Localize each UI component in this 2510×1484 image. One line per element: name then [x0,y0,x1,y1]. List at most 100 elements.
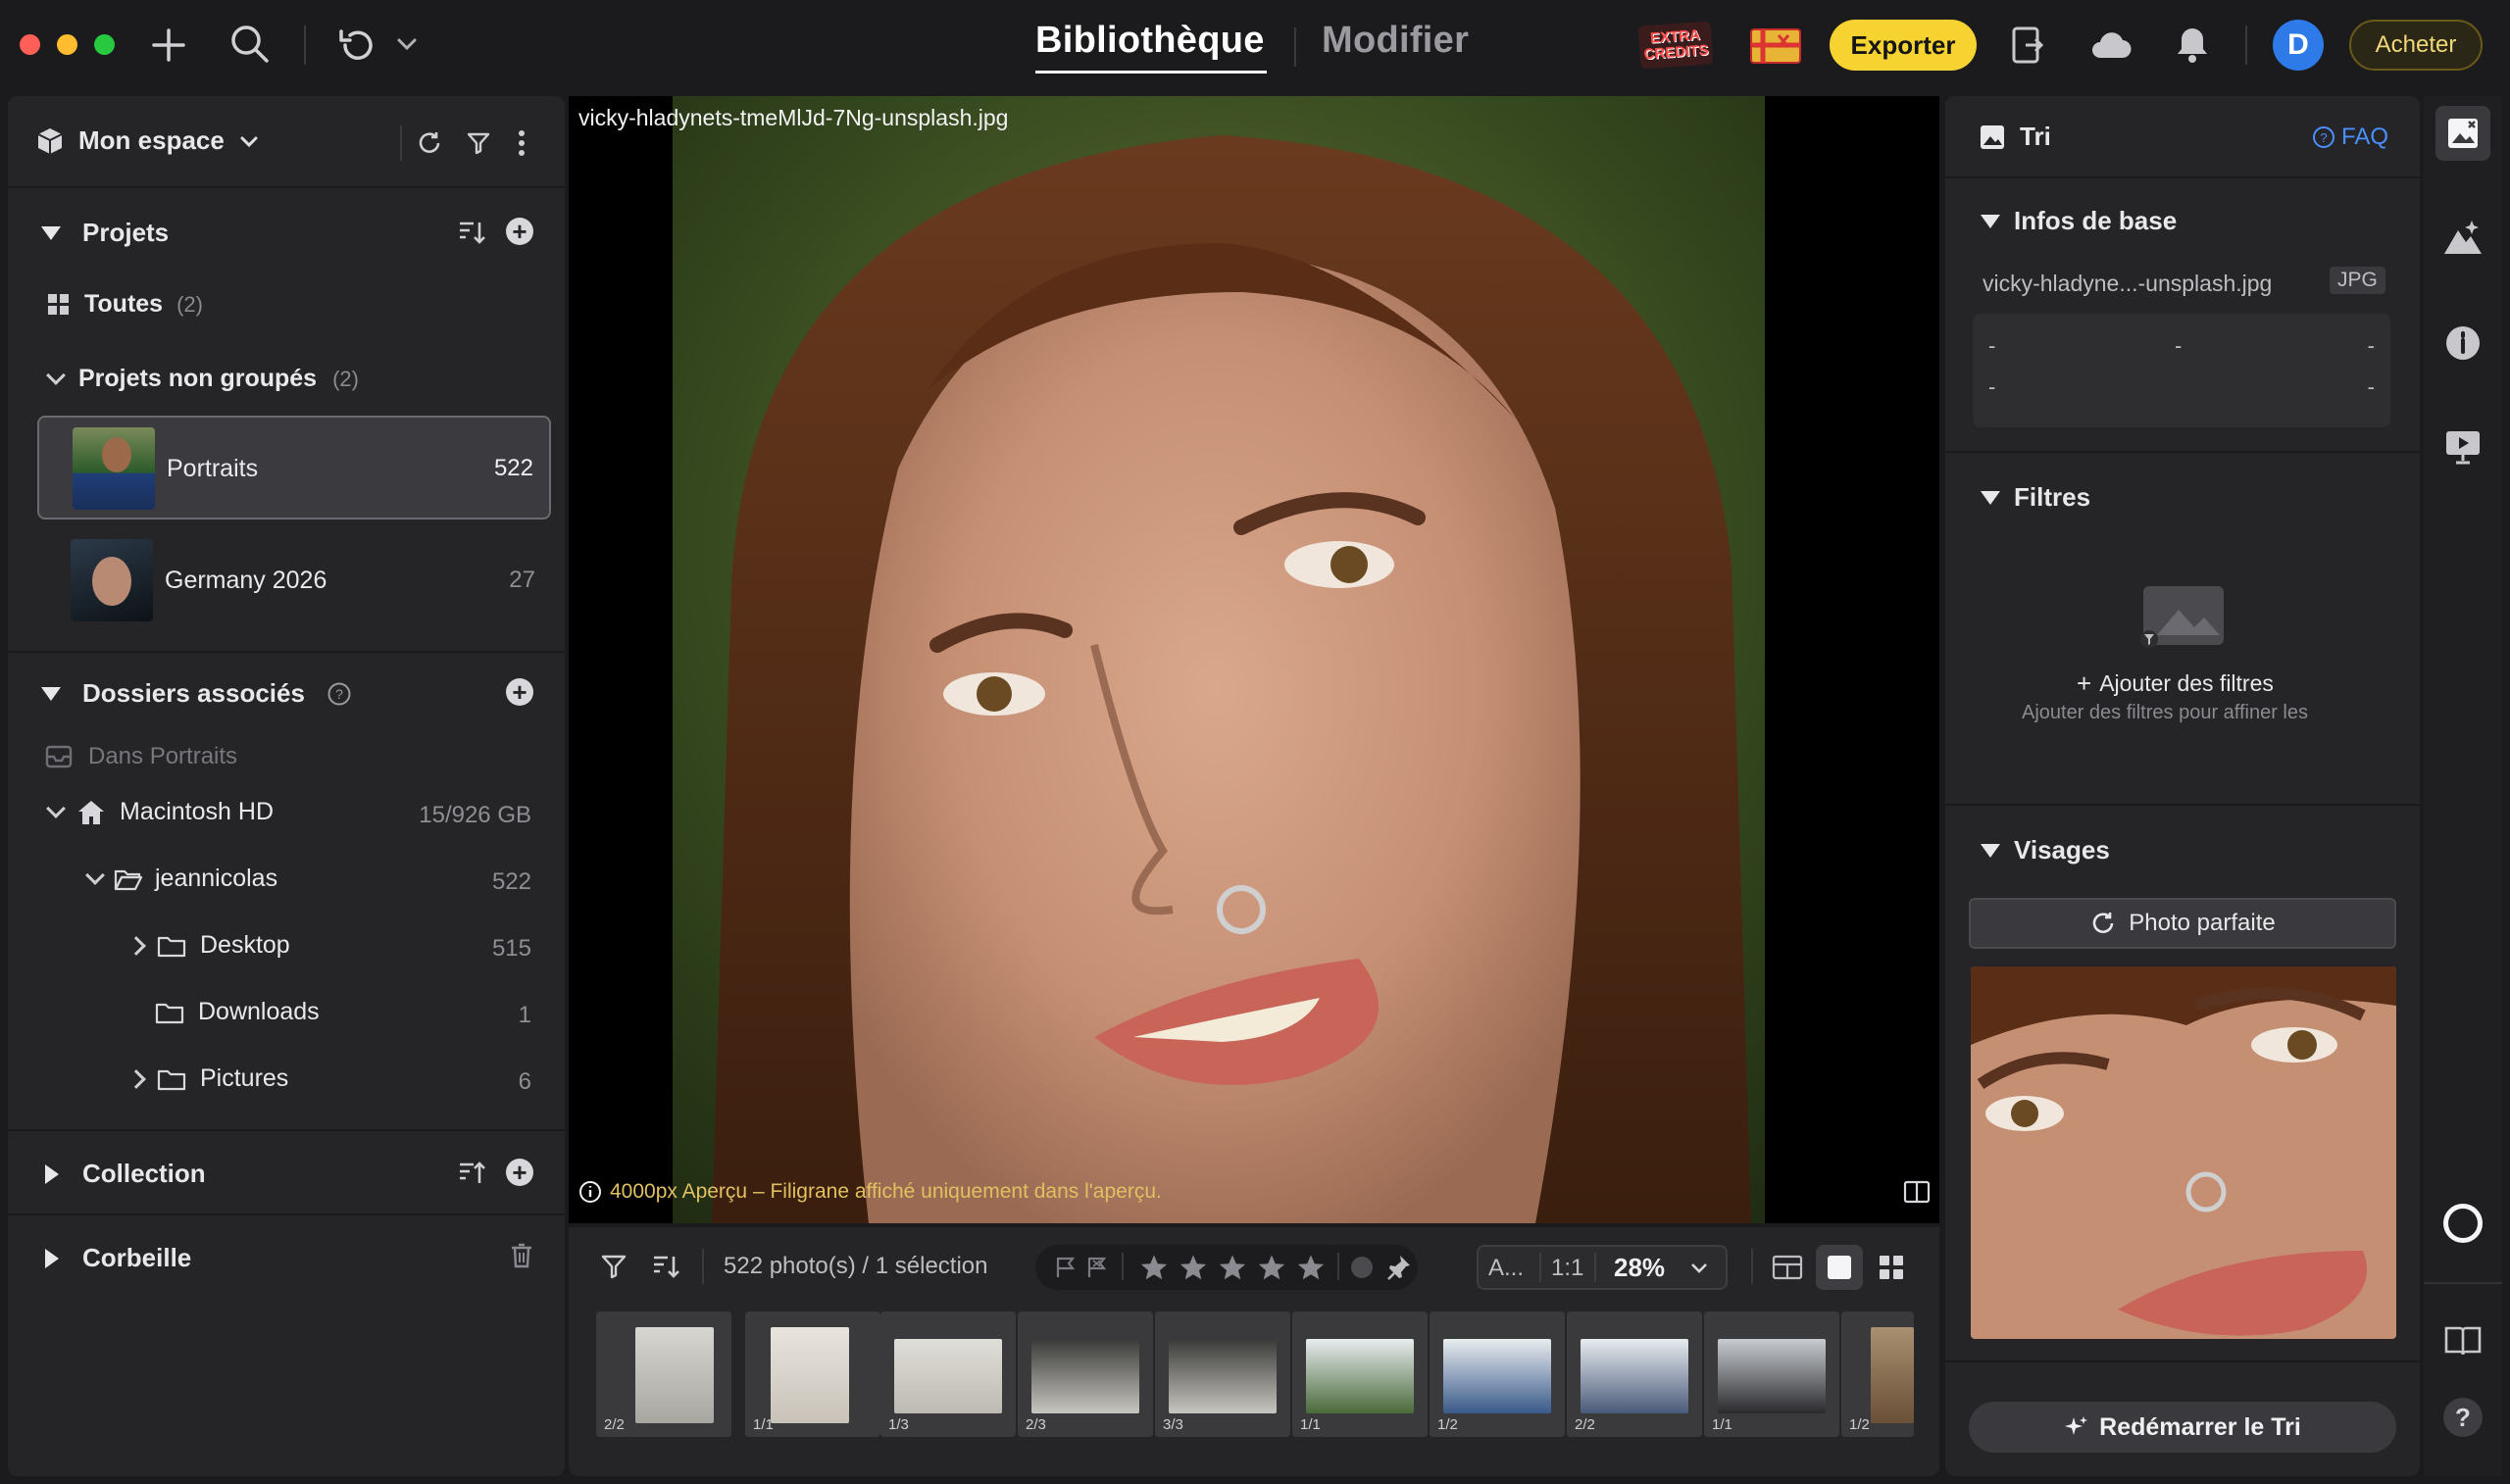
chevron-down-icon [85,865,105,885]
folders-section-toggle[interactable]: Dossiers associés ? [41,678,352,709]
sort-icon[interactable] [455,216,488,249]
filmstrip-thumb[interactable]: 1/2 [1841,1311,1914,1437]
filter-icon[interactable] [598,1251,629,1282]
basic-info-toggle[interactable]: Infos de base [1981,206,2177,236]
refresh-icon[interactable] [414,127,445,159]
help-icon[interactable]: ? [326,681,352,707]
sidebar-item-toutes[interactable]: Toutes (2) [47,290,203,319]
flag-icon[interactable] [1053,1255,1079,1280]
trash-section-toggle[interactable]: Corbeille [45,1243,191,1273]
restart-sort-button[interactable]: Redémarrer le Tri [1969,1402,2396,1453]
filmstrip-thumb[interactable]: 1/1 [1292,1311,1428,1437]
grid-view-icon[interactable] [1877,1253,1906,1282]
project-item-germany-2026[interactable]: Germany 2026 27 [37,529,551,629]
close-window-button[interactable] [20,34,40,55]
add-collection-button[interactable]: + [506,1159,533,1186]
filters-header: Filtres [2014,482,2091,512]
avatar[interactable]: D [2273,20,2324,71]
star-icon[interactable] [1257,1253,1286,1282]
filmstrip-thumb[interactable]: 2/2 [596,1311,731,1437]
filmstrip-thumb[interactable]: 1/2 [1430,1311,1565,1437]
projects-header: Projets [82,218,170,247]
filmstrip-thumb[interactable]: 2/2 [1567,1311,1702,1437]
pin-icon[interactable] [1384,1253,1414,1282]
help-button[interactable]: ? [2443,1398,2483,1437]
single-view-button[interactable] [1816,1245,1863,1290]
more-icon[interactable] [510,127,533,159]
thumb-count: 3/3 [1163,1416,1183,1433]
tree-item-jeannicolas[interactable]: jeannicolas [85,865,277,893]
sort-icon[interactable] [649,1251,682,1282]
main-photo[interactable] [673,96,1765,1223]
filmstrip-thumb[interactable]: 1/1 [745,1311,880,1437]
face-crop-image[interactable] [1971,966,2396,1339]
toutes-count: (2) [176,291,203,317]
star-icon[interactable] [1179,1253,1208,1282]
star-icon[interactable] [1296,1253,1326,1282]
tree-item-desktop[interactable]: Desktop [126,931,290,960]
chevron-down-icon[interactable] [1686,1255,1712,1280]
filmstrip-thumb[interactable]: 1/3 [880,1311,1016,1437]
info-icon[interactable] [2443,323,2483,363]
filmstrip-thumb[interactable]: 1/1 [1704,1311,1839,1437]
faces-toggle[interactable]: Visages [1981,835,2110,866]
one-to-one-button[interactable]: 1:1 [1551,1255,1583,1282]
search-icon[interactable] [227,22,273,67]
triangle-down-icon [1981,214,2000,228]
gift-icon[interactable] [1749,22,1802,69]
perfect-photo-button[interactable]: Photo parfaite [1969,898,2396,949]
add-filters-button[interactable]: + Ajouter des filtres [2077,668,2274,699]
collection-section-toggle[interactable]: Collection [45,1159,206,1189]
slideshow-icon[interactable] [2443,427,2483,467]
star-rating[interactable] [1139,1253,1326,1282]
cloud-icon[interactable] [2086,24,2134,67]
thumb-count: 2/2 [1575,1416,1595,1433]
sparkle-icon [2065,1416,2088,1435]
extra-credits-badge[interactable]: EXTRA CREDITS [1633,20,1718,71]
status-ring-icon[interactable] [2443,1204,2483,1243]
chevron-down-icon[interactable] [392,29,422,59]
bell-icon[interactable] [2171,22,2214,67]
toutes-label: Toutes [84,290,164,318]
workspace-selector[interactable]: Mon espace [35,125,260,156]
sort-icon[interactable] [455,1157,488,1190]
mountain-icon[interactable] [2441,216,2485,259]
reject-flag-icon[interactable] [1084,1255,1110,1280]
add-icon[interactable] [147,24,190,67]
export-button[interactable]: Exporter [1830,20,1977,71]
minimize-window-button[interactable] [57,34,77,55]
triangle-right-icon [45,1248,59,1268]
tab-modifier[interactable]: Modifier [1322,20,1469,62]
title-bar: Bibliothèque Modifier EXTRA CREDITS Expo… [0,0,2510,90]
ungrouped-projects-toggle[interactable]: Projets non groupés (2) [46,365,359,393]
sort-mode-button[interactable] [2435,106,2490,161]
filmstrip-thumb[interactable]: 2/3 [1018,1311,1153,1437]
buy-button[interactable]: Acheter [2349,20,2483,71]
star-icon[interactable] [1139,1253,1169,1282]
filter-icon[interactable] [463,127,494,159]
tree-item-downloads[interactable]: Downloads [155,998,320,1026]
zoom-window-button[interactable] [94,34,115,55]
filters-toggle[interactable]: Filtres [1981,482,2090,513]
import-icon[interactable] [2006,24,2049,67]
undo-icon[interactable] [333,22,380,69]
project-name: Germany 2026 [165,567,327,594]
project-item-portraits[interactable]: Portraits 522 [37,416,551,519]
compare-layout-icon[interactable] [1771,1253,1804,1282]
add-project-button[interactable]: + [506,218,533,245]
meta-value: - [2367,374,2375,399]
color-label-dot[interactable] [1351,1257,1373,1278]
tab-bibliotheque[interactable]: Bibliothèque [1035,20,1265,62]
star-icon[interactable] [1218,1253,1247,1282]
trash-icon[interactable] [508,1241,535,1270]
faq-link[interactable]: ? FAQ [2312,124,2388,151]
auto-zoom-button[interactable]: A... [1488,1255,1524,1282]
zoom-value[interactable]: 28% [1614,1253,1665,1283]
projects-section-toggle[interactable]: Projets [41,218,169,248]
filmstrip-thumb[interactable]: 3/3 [1155,1311,1290,1437]
folder-icon [157,1069,186,1090]
book-icon[interactable] [2443,1323,2483,1359]
add-folder-button[interactable]: + [506,678,533,706]
compare-icon[interactable] [1902,1178,1932,1206]
tree-item-pictures[interactable]: Pictures [126,1064,288,1093]
